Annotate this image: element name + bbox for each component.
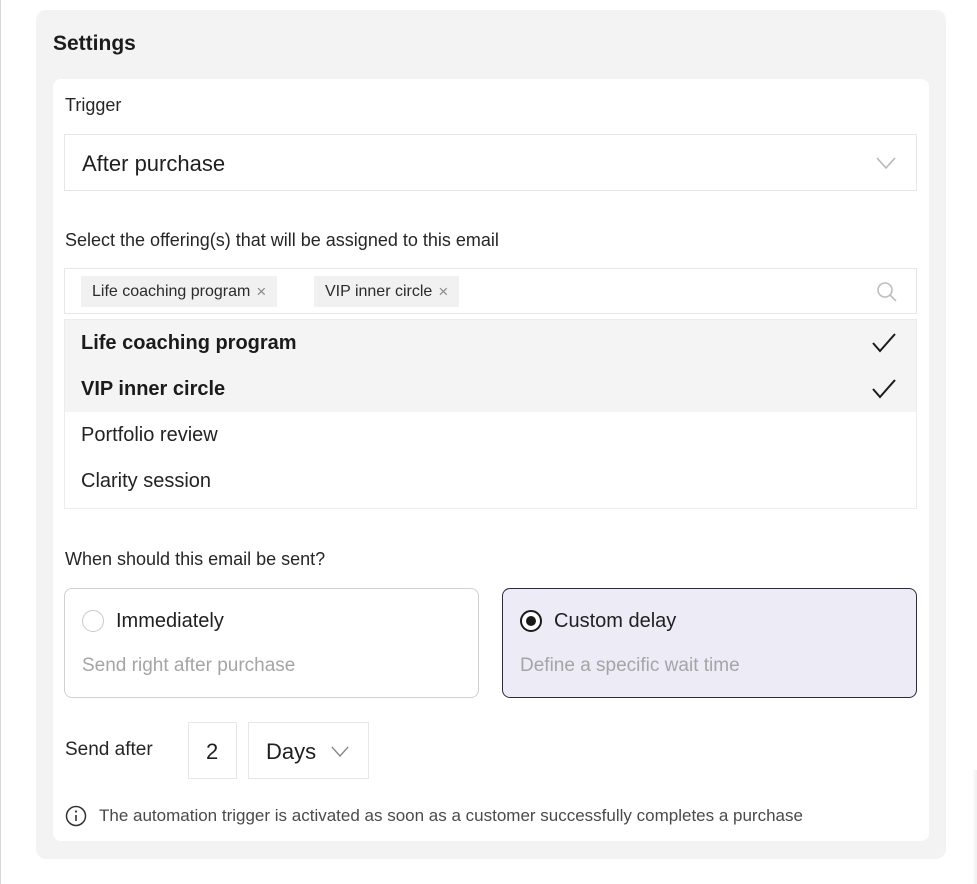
close-icon[interactable]: × [438,283,448,300]
edge-shadow [972,770,977,884]
delay-amount-input[interactable]: 2 [188,722,237,779]
option-title: Custom delay [554,610,677,632]
trigger-label: Trigger [65,95,122,115]
search-icon[interactable] [876,281,898,303]
info-icon [65,805,87,827]
delay-unit-select[interactable]: Days [248,722,369,779]
list-item[interactable]: Life coaching program [65,320,916,366]
option-description: Send right after purchase [82,655,296,676]
chip-label: Life coaching program [92,282,251,300]
offerings-multiselect[interactable]: Life coaching program × VIP inner circle… [64,268,917,314]
info-text: The automation trigger is activated as s… [99,806,803,825]
settings-panel: Settings Trigger After purchase Select t… [36,10,946,859]
send-time-label: When should this email be sent? [65,549,326,569]
custom-delay-option-card[interactable]: Custom delay Define a specific wait time [502,588,917,698]
delay-unit-value: Days [266,739,317,764]
chevron-down-icon [331,746,349,757]
list-item[interactable]: VIP inner circle [65,366,916,412]
checkmark-icon [872,333,896,353]
offerings-dropdown-list: Life coaching program VIP inner circle P… [64,319,917,509]
checkmark-icon [872,379,896,399]
close-icon[interactable]: × [256,283,266,300]
offering-chip: VIP inner circle × [314,276,460,307]
trigger-value: After purchase [82,151,226,176]
offering-chip: Life coaching program × [81,276,278,307]
list-item[interactable]: Portfolio review [65,412,916,458]
send-after-label: Send after [65,739,153,760]
left-edge-divider [0,0,1,884]
option-title: Immediately [116,610,224,632]
radio-button[interactable] [82,610,104,632]
settings-card: Trigger After purchase Select the offeri… [53,79,929,841]
panel-title: Settings [53,32,136,55]
offerings-label: Select the offering(s) that will be assi… [65,230,499,250]
option-description: Define a specific wait time [520,655,740,676]
delay-amount-value: 2 [206,739,219,764]
radio-button[interactable] [520,610,542,632]
chevron-down-icon [876,157,896,169]
chip-label: VIP inner circle [325,282,433,300]
option-label: Portfolio review [81,424,218,446]
option-label: Clarity session [81,470,212,492]
option-label: VIP inner circle [81,378,226,400]
list-item[interactable]: Clarity session [65,458,916,504]
trigger-select[interactable]: After purchase [64,134,917,191]
immediately-option-card[interactable]: Immediately Send right after purchase [64,588,479,698]
option-label: Life coaching program [81,332,297,354]
